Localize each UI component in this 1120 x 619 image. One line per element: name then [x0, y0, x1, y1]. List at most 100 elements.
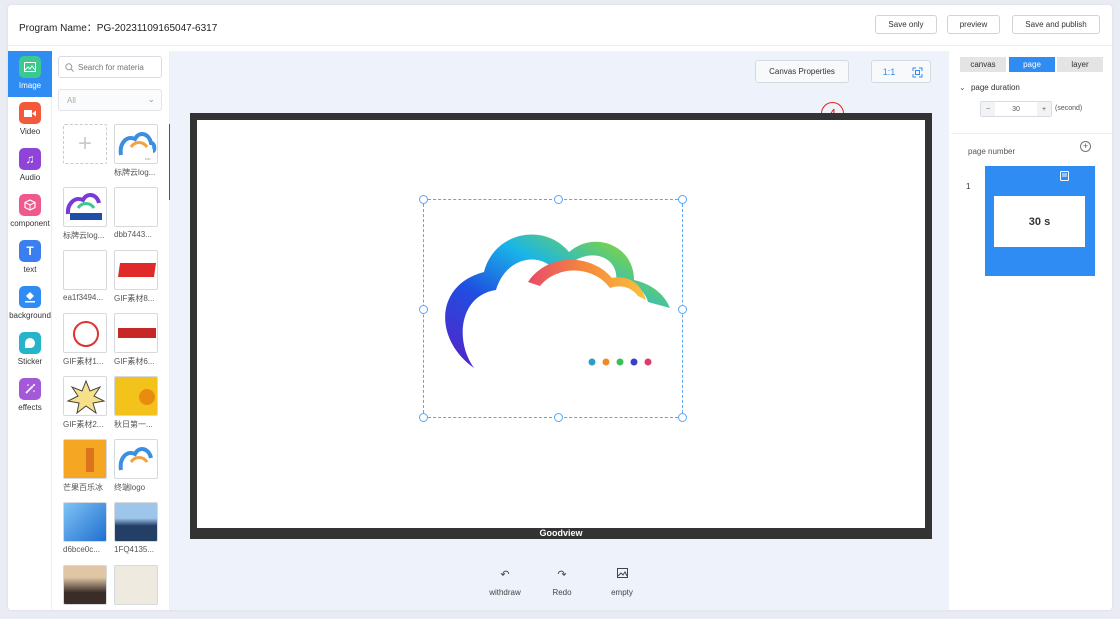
terminal-logo-thumbnail	[118, 447, 153, 471]
autumn-thumbnail	[139, 389, 155, 405]
page-thumbnail[interactable]: 30 s	[985, 166, 1095, 276]
material-item[interactable]	[114, 502, 158, 542]
material-item[interactable]	[114, 376, 158, 416]
original-size-icon[interactable]: 1:1	[882, 65, 896, 79]
page-duration-section[interactable]: ⌄ page duration	[959, 83, 1020, 92]
red-banner-thumbnail	[118, 328, 156, 338]
material-caption: 标牌云log...	[114, 168, 156, 177]
undo-icon: ↶	[500, 569, 510, 581]
nav-item-sticker[interactable]: Sticker	[8, 327, 52, 373]
resize-handle[interactable]	[554, 413, 563, 422]
clear-canvas-icon	[616, 568, 628, 584]
redo-button[interactable]: ↷ Redo	[544, 568, 580, 608]
image-icon	[19, 56, 41, 78]
duration-stepper: − 30 +	[980, 101, 1052, 117]
save-only-button[interactable]: Save only	[875, 15, 937, 34]
resize-handle[interactable]	[419, 195, 428, 204]
chevron-down-icon: ⌄	[959, 83, 966, 92]
tab-layer[interactable]: layer	[1057, 57, 1103, 72]
page-settings-icon[interactable]	[1060, 171, 1069, 183]
material-item[interactable]	[114, 250, 158, 290]
search-box[interactable]	[58, 56, 162, 78]
material-item[interactable]	[114, 565, 158, 605]
resize-handle[interactable]	[678, 305, 687, 314]
increment-button[interactable]: +	[1037, 102, 1051, 116]
sticker-icon	[19, 332, 41, 354]
nav-item-audio[interactable]: ♫ Audio	[8, 143, 52, 189]
search-icon	[65, 62, 74, 72]
material-item[interactable]	[63, 565, 107, 605]
material-item[interactable]	[63, 376, 107, 416]
resize-handle[interactable]	[419, 413, 428, 422]
search-input[interactable]	[78, 62, 158, 72]
red-title-thumbnail	[118, 263, 156, 277]
add-material-button[interactable]: +	[63, 124, 107, 164]
material-caption: 终端logo	[114, 483, 146, 492]
material-item[interactable]	[63, 187, 107, 227]
page-number-label: page number	[968, 147, 1016, 156]
magic-wand-icon	[19, 378, 41, 400]
nav-item-text[interactable]: T text	[8, 235, 52, 281]
material-caption: 芒果百乐冰	[63, 483, 103, 492]
canvas-properties-button[interactable]: Canvas Properties	[755, 60, 849, 83]
add-page-icon[interactable]: +	[1080, 141, 1091, 152]
selected-image-element[interactable]	[419, 195, 687, 422]
withdraw-button[interactable]: ↶ withdraw	[480, 568, 530, 608]
material-caption: 标牌云log...	[63, 231, 105, 240]
material-caption: 秋日第一...	[114, 420, 153, 429]
nav-label: effects	[18, 403, 42, 412]
text-icon: T	[19, 240, 41, 262]
material-item[interactable]	[63, 250, 107, 290]
editor-workspace: Canvas Properties 1:1 4	[170, 51, 949, 610]
nav-label: component	[10, 219, 50, 228]
resize-handle[interactable]	[678, 195, 687, 204]
material-item[interactable]	[63, 502, 107, 542]
logo-thumbnail: ••••	[118, 132, 157, 161]
material-item[interactable]: ••••	[114, 124, 158, 164]
decrement-button[interactable]: −	[981, 102, 995, 116]
empty-button[interactable]: empty	[604, 568, 640, 608]
paint-bucket-icon	[19, 286, 41, 308]
nav-label: Video	[19, 127, 41, 136]
nav-item-video[interactable]: Video	[8, 97, 52, 143]
nav-label: Audio	[19, 173, 41, 182]
material-caption: GIF素材2...	[63, 420, 104, 429]
material-item[interactable]	[114, 439, 158, 479]
resize-handle[interactable]	[554, 195, 563, 204]
filter-select[interactable]: All ⌄	[58, 89, 162, 111]
material-item[interactable]	[63, 313, 107, 353]
resize-handle[interactable]	[678, 413, 687, 422]
material-item[interactable]	[114, 187, 158, 227]
page-duration-label: page duration	[970, 83, 1020, 92]
duration-input[interactable]: 30	[995, 102, 1037, 116]
tab-canvas[interactable]: canvas	[960, 57, 1006, 72]
properties-panel: canvas page layer ⌄ page duration − 30 +…	[951, 51, 1112, 610]
category-nav: Image Video ♫ Audio component T text bac…	[8, 51, 52, 610]
program-name: Program Name：PG-20231109165047-6317	[19, 23, 218, 34]
save-and-publish-button[interactable]: Save and publish	[1012, 15, 1100, 34]
fit-screen-icon[interactable]	[910, 65, 924, 79]
program-editor: Program Name：PG-20231109165047-6317 Save…	[8, 5, 1112, 610]
nav-label: text	[23, 265, 37, 274]
material-library: All ⌄ + •••• 标牌云log... 标牌云log... dbb7443…	[52, 51, 171, 610]
cloud-logo-image	[445, 234, 670, 368]
svg-text:••••: ••••	[145, 156, 151, 161]
tab-page[interactable]: page	[1009, 57, 1055, 72]
nav-item-effects[interactable]: effects	[8, 373, 52, 419]
tool-label: empty	[611, 588, 633, 597]
nav-item-background[interactable]: background	[8, 281, 52, 327]
duration-unit: (second)	[1055, 105, 1083, 112]
nav-item-component[interactable]: component	[8, 189, 52, 235]
canvas-screen[interactable]	[197, 120, 925, 528]
material-item[interactable]	[63, 439, 107, 479]
material-caption: GIF素材6...	[114, 357, 155, 366]
material-caption: GIF素材8...	[114, 294, 155, 303]
nav-label: Sticker	[17, 357, 43, 366]
material-item[interactable]	[114, 313, 158, 353]
music-icon: ♫	[19, 148, 41, 170]
preview-button[interactable]: preview	[947, 15, 1000, 34]
material-caption: dbb7443...	[114, 230, 152, 239]
resize-handle[interactable]	[419, 305, 428, 314]
nav-item-image[interactable]: Image	[8, 51, 52, 97]
tool-label: Redo	[552, 588, 572, 597]
